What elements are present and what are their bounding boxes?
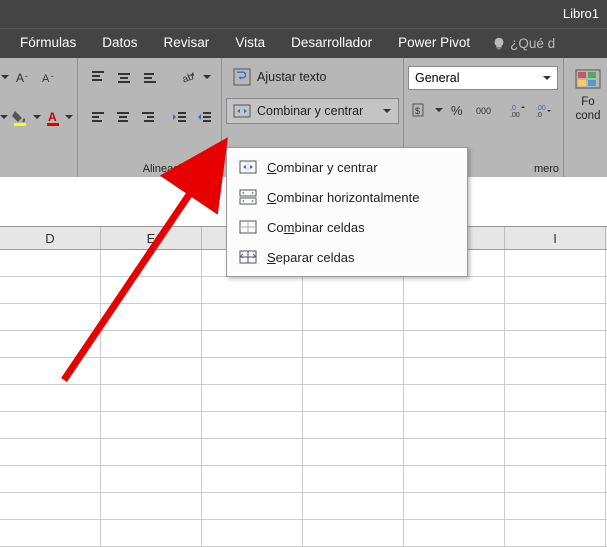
svg-text:ab: ab [181, 71, 196, 85]
menu-item-label: Separar celdas [267, 250, 354, 265]
svg-text:%: % [451, 103, 463, 118]
conditional-formatting-button[interactable]: Fo cond [568, 62, 607, 128]
menu-unmerge-cells[interactable]: Separar celdas [227, 242, 467, 272]
number-format-value: General [415, 71, 459, 85]
tab-formulas[interactable]: Fórmulas [8, 31, 88, 56]
titlebar: Libro1 [0, 0, 607, 28]
tab-data[interactable]: Datos [90, 31, 149, 56]
tell-me-text: ¿Qué d [510, 36, 555, 51]
align-right-icon[interactable] [136, 105, 159, 129]
percent-icon[interactable]: % [446, 98, 470, 122]
workbook-name: Libro1 [563, 6, 599, 21]
menu-item-label: Combinar horizontalmente [267, 190, 419, 205]
increase-font-icon[interactable]: Aˆ [12, 65, 36, 89]
fill-color-caret[interactable] [32, 105, 40, 129]
align-middle-icon[interactable] [112, 65, 136, 89]
group-styles: Fo cond [564, 58, 607, 177]
font-color-icon[interactable]: A [43, 105, 63, 129]
align-left-icon[interactable] [86, 105, 109, 129]
tab-view[interactable]: Vista [223, 31, 277, 56]
decrease-decimal-icon[interactable]: .00.0 [532, 98, 556, 122]
tab-review[interactable]: Revisar [152, 31, 222, 56]
col-header[interactable]: I [505, 227, 606, 249]
font-color-caret[interactable] [65, 105, 73, 129]
menu-item-label: Combinar y centrar [267, 160, 378, 175]
increase-indent-icon[interactable] [194, 105, 217, 129]
fill-color-icon[interactable] [10, 105, 30, 129]
tab-powerpivot[interactable]: Power Pivot [386, 31, 482, 56]
menu-item-label: Combinar celdas [267, 220, 365, 235]
decrease-font-icon[interactable]: Aˇ [38, 65, 62, 89]
font-size-caret[interactable] [0, 65, 10, 89]
merge-center-button[interactable]: Combinar y centrar [226, 98, 399, 124]
menu-merge-cells[interactable]: Combinar celdas [227, 212, 467, 242]
svg-text:.0: .0 [536, 112, 542, 118]
wrap-text-button[interactable]: Ajustar texto [226, 64, 399, 90]
svg-text:A: A [48, 110, 57, 124]
merge-center-caret[interactable] [382, 99, 392, 123]
tab-developer[interactable]: Desarrollador [279, 31, 384, 56]
accounting-caret[interactable] [434, 98, 444, 122]
svg-text:ˆ: ˆ [25, 75, 28, 84]
wrap-text-label: Ajustar texto [257, 70, 326, 84]
decrease-indent-icon[interactable] [169, 105, 192, 129]
align-top-icon[interactable] [86, 65, 110, 89]
svg-text:.0: .0 [510, 105, 516, 112]
comma-icon[interactable]: 000 [472, 98, 496, 122]
group-font: Aˆ Aˇ A [0, 58, 78, 177]
align-bottom-icon[interactable] [138, 65, 162, 89]
group-alignment: ab Alineación [78, 58, 222, 177]
ribbon-tabs: Fórmulas Datos Revisar Vista Desarrollad… [0, 28, 607, 58]
increase-decimal-icon[interactable]: .0.00 [506, 98, 530, 122]
tell-me[interactable]: ¿Qué d [492, 36, 555, 51]
svg-text:.00: .00 [536, 105, 546, 112]
svg-text:$: $ [415, 106, 420, 116]
svg-text:ˇ: ˇ [51, 75, 54, 84]
merge-dropdown-menu: Combinar y centrar Combinar horizontalme… [226, 147, 468, 277]
menu-merge-center[interactable]: Combinar y centrar [227, 152, 467, 182]
menu-merge-across[interactable]: Combinar horizontalmente [227, 182, 467, 212]
cond-format-label2: cond [576, 110, 601, 122]
number-group-label: mero [519, 163, 559, 175]
col-header[interactable]: E [101, 227, 202, 249]
number-format-select[interactable]: General [408, 66, 558, 90]
orientation-caret[interactable] [202, 65, 212, 89]
col-header[interactable]: D [0, 227, 101, 249]
svg-text:000: 000 [476, 106, 491, 116]
accounting-format-icon[interactable]: $ [408, 98, 432, 122]
align-center-icon[interactable] [111, 105, 134, 129]
merge-center-label: Combinar y centrar [257, 104, 363, 118]
worksheet-grid[interactable] [0, 250, 607, 540]
orientation-icon[interactable]: ab [176, 65, 200, 89]
border-caret[interactable] [0, 105, 8, 129]
svg-text:A: A [16, 71, 24, 85]
align-group-label: Alineación [108, 163, 228, 175]
svg-text:.00: .00 [510, 112, 520, 118]
cond-format-label1: Fo [581, 96, 594, 108]
svg-text:A: A [42, 73, 50, 85]
